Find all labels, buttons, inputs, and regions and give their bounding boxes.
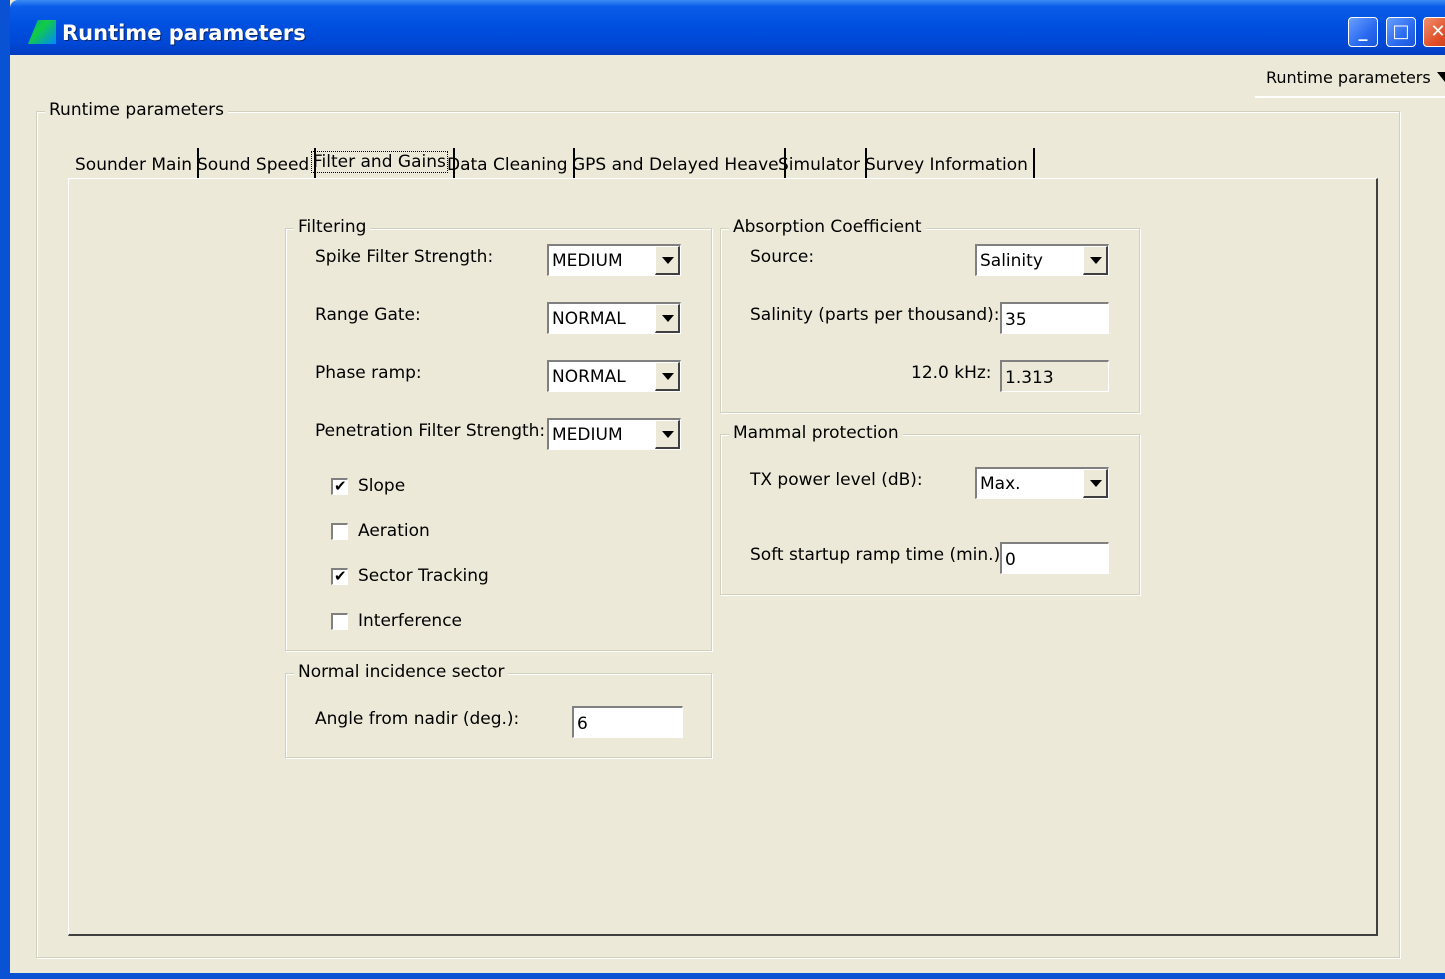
filtering-legend: Filtering [294,217,371,237]
minimize-button[interactable]: _ [1348,17,1378,47]
sector-tracking-label: Sector Tracking [358,566,489,586]
view-selector-label: Runtime parameters [1266,68,1431,87]
salinity-label: Salinity (parts per thousand): [750,305,1000,325]
mammal-protection-legend: Mammal protection [729,423,903,443]
absorption-coefficient-group: Absorption Coefficient Source: Salinity … [720,217,1140,413]
title-bar[interactable]: Runtime parameters _ □ ✕ [10,0,1445,55]
checkbox-checked-icon[interactable] [331,566,348,586]
frequency-label: 12.0 kHz: [911,363,992,383]
spike-filter-label: Spike Filter Strength: [315,247,494,267]
angle-from-nadir-value: 6 [577,714,588,734]
tab-label: Filter and Gains [311,151,448,173]
source-value: Salinity [980,251,1043,271]
phase-ramp-select[interactable]: NORMAL [547,360,681,392]
tab-label: Survey Information [865,155,1028,175]
chevron-down-icon[interactable] [1083,246,1108,275]
runtime-parameters-window: Runtime parameters _ □ ✕ Runtime paramet… [0,0,1445,979]
spike-filter-select[interactable]: MEDIUM [547,244,681,276]
angle-from-nadir-input[interactable]: 6 [572,706,683,738]
tab-sounder-main[interactable]: Sounder Main [70,148,199,178]
mammal-protection-group: Mammal protection TX power level (dB): M… [720,423,1140,595]
range-gate-select[interactable]: NORMAL [547,302,681,334]
absorption-value: 1.313 [1005,368,1054,388]
tx-power-value: Max. [980,474,1021,494]
salinity-input[interactable]: 35 [1000,302,1109,334]
interference-label: Interference [358,611,463,631]
dropdown-arrow-icon [1437,72,1445,82]
tab-filter-and-gains[interactable]: Filter and Gains [306,148,455,178]
normal-incidence-group: Normal incidence sector Angle from nadir… [285,662,712,758]
absorption-coefficient-legend: Absorption Coefficient [729,217,926,237]
chevron-down-icon[interactable] [655,246,680,275]
source-label: Source: [750,247,815,267]
tab-label: Data Cleaning [447,155,568,175]
tab-label: Sound Speed [197,155,310,175]
tab-label: Simulator [778,155,861,175]
checkbox-checked-icon[interactable] [331,476,348,496]
spike-filter-value: MEDIUM [552,251,623,271]
normal-incidence-legend: Normal incidence sector [294,662,509,682]
close-icon: ✕ [1430,21,1445,42]
tab-label: Sounder Main [75,155,192,175]
chevron-down-icon[interactable] [655,304,680,333]
range-gate-value: NORMAL [552,309,626,329]
minimize-icon: _ [1358,21,1368,42]
penetration-filter-label: Penetration Filter Strength: [315,421,546,441]
range-gate-label: Range Gate: [315,305,421,325]
tab-simulator[interactable]: Simulator [773,148,868,178]
maximize-button[interactable]: □ [1386,17,1416,47]
phase-ramp-value: NORMAL [552,367,626,387]
phase-ramp-label: Phase ramp: [315,363,422,383]
soft-startup-value: 0 [1005,550,1016,570]
checkbox-unchecked-icon[interactable] [331,613,348,630]
app-icon [28,20,56,44]
source-select[interactable]: Salinity [975,244,1109,276]
soft-startup-input[interactable]: 0 [1000,542,1109,574]
chevron-down-icon[interactable] [655,362,680,391]
close-button[interactable]: ✕ [1423,17,1445,47]
tab-survey-information[interactable]: Survey Information [860,148,1035,178]
checkbox-unchecked-icon[interactable] [331,523,348,540]
tab-data-cleaning[interactable]: Data Cleaning [442,148,575,178]
tab-gps-and-delayed-heave[interactable]: GPS and Delayed Heave [567,148,786,178]
filtering-group: Filtering Spike Filter Strength: MEDIUM … [285,217,712,651]
penetration-filter-value: MEDIUM [552,425,623,445]
tab-sound-speed[interactable]: Sound Speed [192,148,317,178]
aeration-label: Aeration [358,521,430,541]
tx-power-select[interactable]: Max. [975,467,1109,499]
runtime-parameters-legend: Runtime parameters [45,100,229,120]
window-title: Runtime parameters [62,21,306,45]
chevron-down-icon[interactable] [655,420,680,449]
salinity-value: 35 [1005,310,1027,330]
tx-power-label: TX power level (dB): [750,470,923,490]
view-selector-dropdown[interactable]: Runtime parameters [1255,60,1445,98]
tab-label: GPS and Delayed Heave [572,155,779,175]
slope-label: Slope [358,476,406,496]
penetration-filter-select[interactable]: MEDIUM [547,418,681,450]
absorption-value-field: 1.313 [1000,360,1109,392]
angle-from-nadir-label: Angle from nadir (deg.): [315,709,520,729]
soft-startup-label: Soft startup ramp time (min.): [750,545,1006,565]
chevron-down-icon[interactable] [1083,469,1108,498]
maximize-icon: □ [1392,21,1410,42]
